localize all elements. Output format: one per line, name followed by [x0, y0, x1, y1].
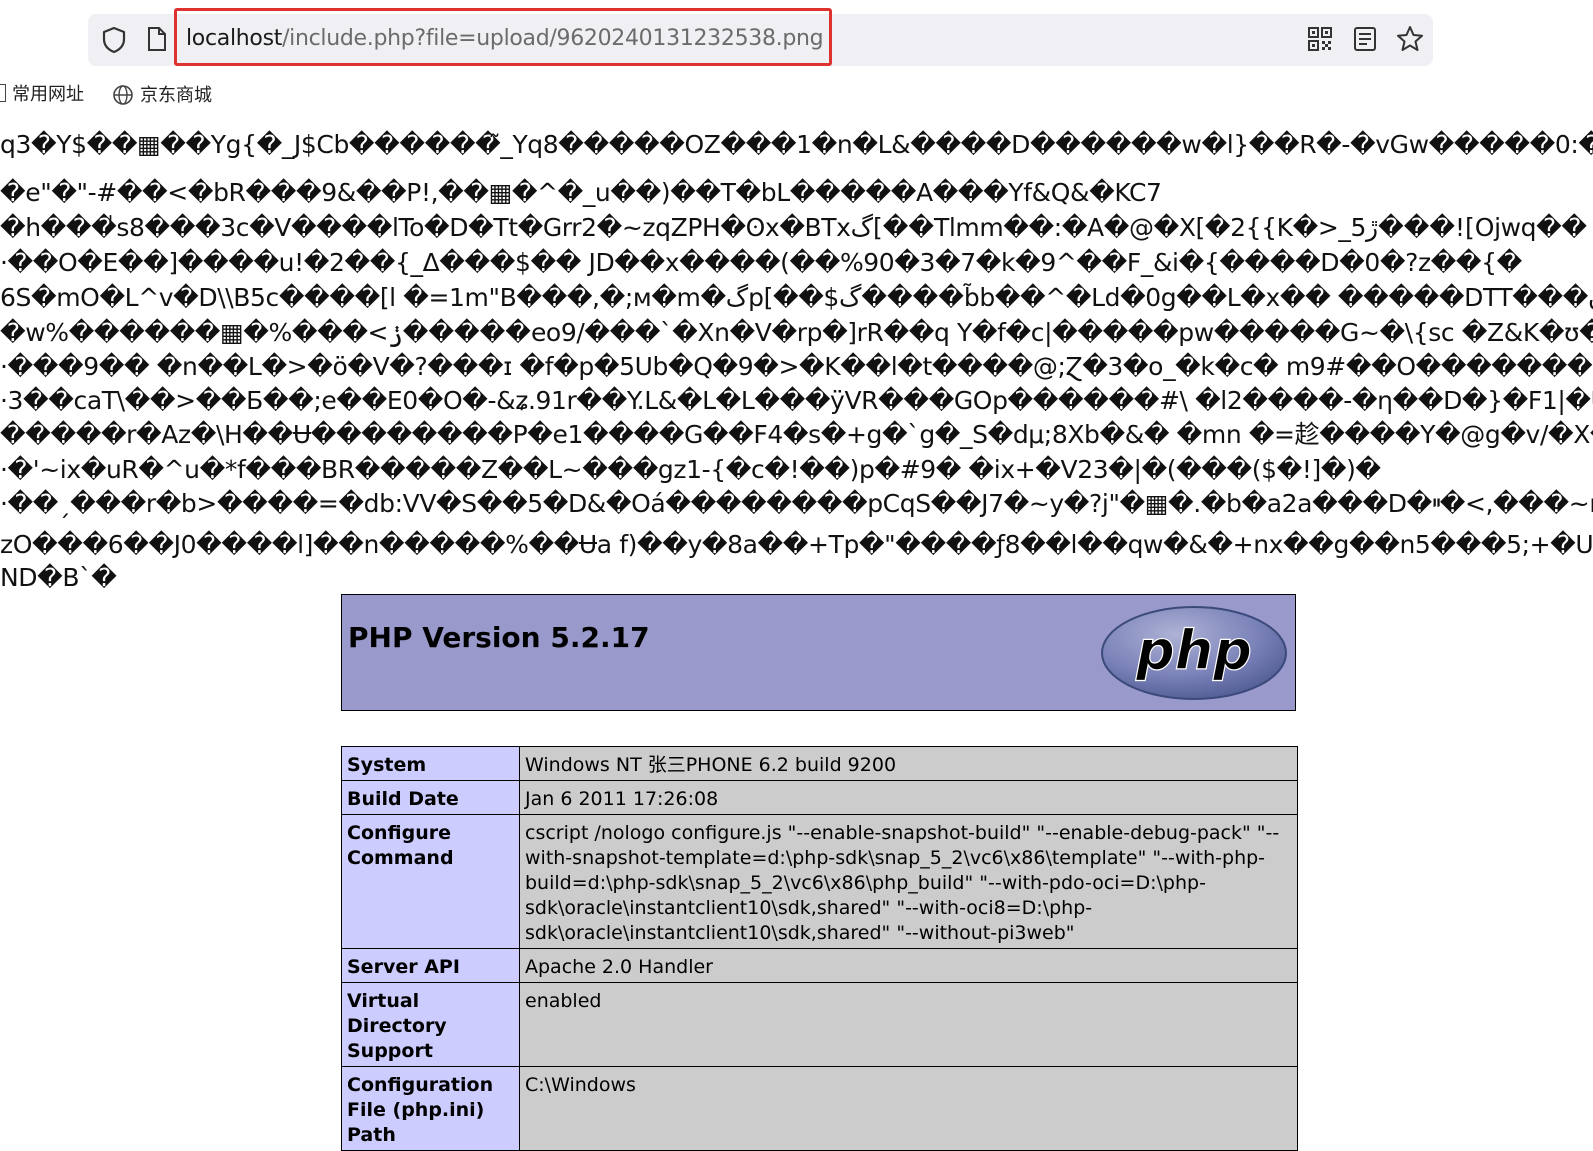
phpinfo-key: System [341, 746, 520, 781]
phpinfo-header: PHP Version 5.2.17 php [341, 594, 1296, 711]
raw-output-line: �����r�Az�\H��Ʉ��������P�e1����G��F4�s�+… [0, 420, 1593, 449]
raw-output-line: ·��ˏ���r�b>����=�db:VV�S��5�D&�Oá�������… [0, 489, 1593, 518]
raw-output-line: zO���6��J0����l]��n�����%��Ʉa f)��y�8a��… [0, 530, 1593, 559]
qr-code-icon[interactable] [1305, 24, 1335, 54]
raw-binary-output: q3�Y$��▦��Yg{�_J$Cb������̃_Yq8�����OZ���… [0, 128, 1593, 594]
phpinfo-key: Configure Command [341, 814, 520, 949]
raw-output-line: �h���̍s8���3c�V����lTo�D�Tt�Grr2�~zqZPH�… [0, 213, 1587, 242]
url-path: /include.php?file=upload/962024013123253… [282, 26, 824, 51]
bookmarks-bar: 常用网址 京东商城 [0, 78, 1593, 112]
raw-output-line: ·���9�� �n��L�>�ö�V�?���ɪ �f�p�5Ub�Q�9�>… [0, 352, 1593, 381]
phpinfo-value-text: enabled [525, 990, 602, 1012]
bookmark-item[interactable]: 京东商城 [112, 84, 212, 107]
phpinfo-value: cscript /nologo configure.js "--enable-s… [519, 814, 1298, 949]
phpinfo-row: System Windows NT 张三PHONE 6.2 build 9200 [341, 746, 1298, 781]
php-version-title: PHP Version 5.2.17 [348, 621, 650, 654]
phpinfo-row: Build Date Jan 6 2011 17:26:08 [341, 780, 1298, 815]
url-host: localhost [186, 26, 283, 51]
phpinfo-row: Configuration File (php.ini) Path C:\Wind… [341, 1066, 1298, 1151]
phpinfo-value: C:\Windows [519, 1066, 1298, 1151]
raw-output-line: 6S�mO�L^v�D\\B5c����[l �=1m"B���,�;м�m�گ… [0, 283, 1593, 312]
phpinfo-value: Apache 2.0 Handler [519, 948, 1298, 983]
phpinfo-value: enabled [519, 982, 1298, 1067]
phpinfo-table: System Windows NT 张三PHONE 6.2 build 9200 B… [341, 746, 1298, 1151]
phpinfo-key: Configuration File (php.ini) Path [341, 1066, 520, 1151]
raw-output-line: q3�Y$��▦��Yg{�_J$Cb������̃_Yq8�����OZ���… [0, 130, 1593, 159]
phpinfo-row: Server API Apache 2.0 Handler [341, 948, 1298, 983]
phpinfo-value: Jan 6 2011 17:26:08 [519, 780, 1298, 815]
phpinfo-value-text: Jan 6 2011 17:26:08 [525, 788, 719, 810]
bookmark-star-icon[interactable] [1395, 24, 1425, 54]
phpinfo-key: Build Date [341, 780, 520, 815]
bookmark-label: 常用网址 [12, 84, 84, 105]
php-logo: php [1101, 606, 1287, 700]
page-icon [148, 27, 166, 51]
phpinfo-value-text: cscript /nologo configure.js "--enable-s… [525, 822, 1280, 944]
bookmark-label: 京东商城 [140, 85, 212, 106]
folder-icon [0, 84, 6, 102]
phpinfo-key: Server API [341, 948, 520, 983]
raw-output-line: ·��O�E��]����u!�2��{_Δ���$�� JD��x����(�… [0, 248, 1522, 277]
phpinfo-row: Virtual Directory Support enabled [341, 982, 1298, 1067]
shield-icon[interactable] [100, 25, 128, 55]
phpinfo-value: Windows NT 张三PHONE 6.2 build 9200 [519, 746, 1298, 781]
bookmark-item[interactable]: 常用网址 [0, 84, 84, 106]
raw-output-line: ·�'~ix�uR�^u�*f���BR�����Z��L~���gz1-{�c… [0, 455, 1381, 484]
globe-icon [113, 85, 133, 105]
phpinfo-row: Configure Command cscript /nologo configu… [341, 814, 1298, 949]
raw-output-line: ·3��caT\��>��Ƃ��;e��E0�O�-&ʑ.91r��Y.L&�L… [0, 386, 1593, 415]
raw-output-line: �e"�"-#��<�bR���9&��P!,��▦�^�_u��)��T�bL… [0, 178, 1162, 207]
reader-view-icon[interactable] [1350, 24, 1380, 54]
svg-text:php: php [1135, 619, 1252, 682]
phpinfo-value-text: Windows NT 张三PHONE 6.2 build 9200 [525, 754, 897, 776]
url-input[interactable]: localhost/include.php?file=upload/962024… [186, 24, 824, 54]
raw-output-line: �w%������▦�%���<ݫ�����eo9/���`�Xn�V�rp�]… [0, 318, 1593, 347]
phpinfo-value-text: Apache 2.0 Handler [525, 956, 713, 978]
phpinfo-key: Virtual Directory Support [341, 982, 520, 1067]
phpinfo-value-text: C:\Windows [525, 1074, 636, 1096]
raw-output-line: ND�B`� [0, 563, 117, 592]
